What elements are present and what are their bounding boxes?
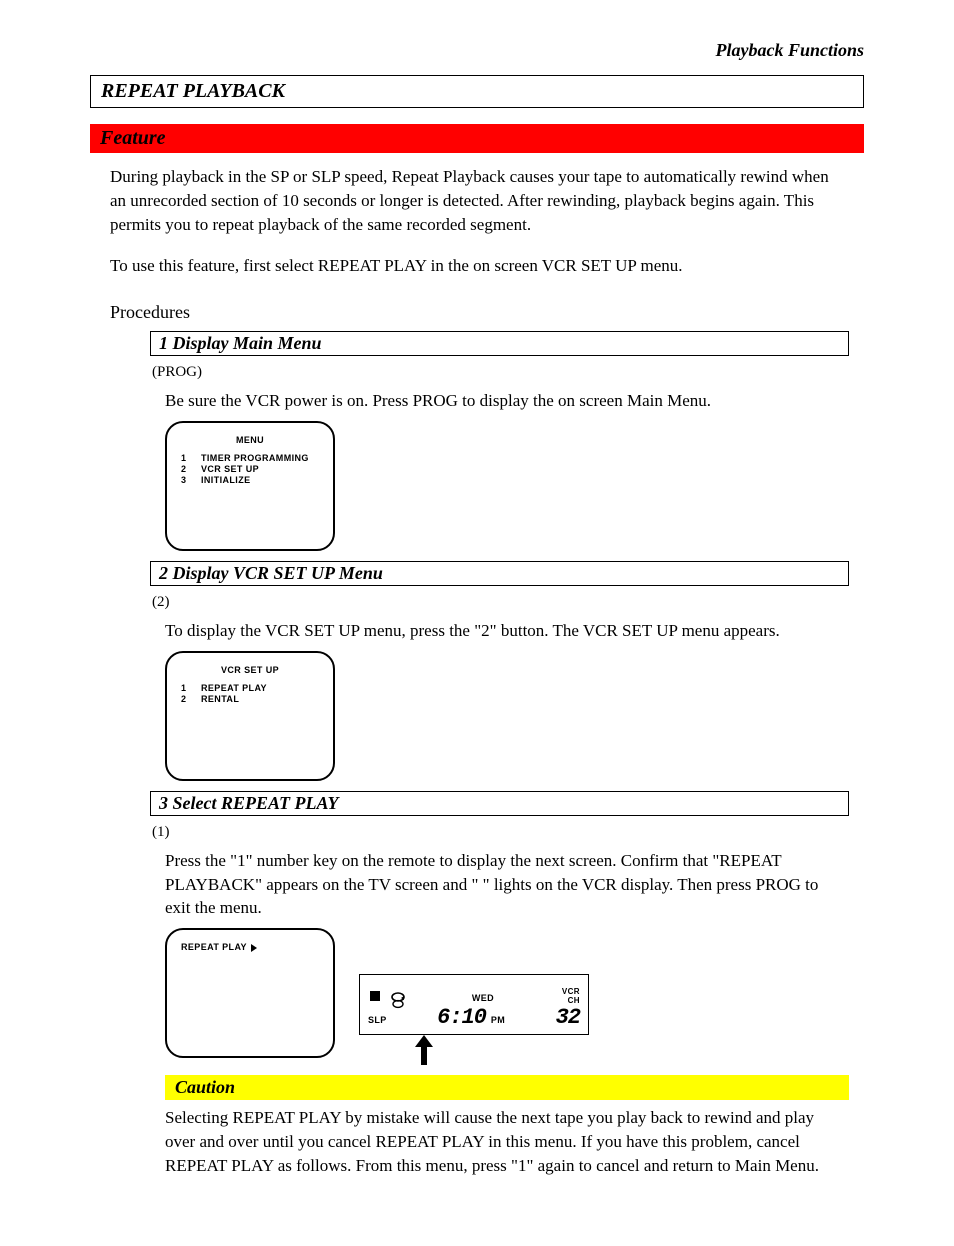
repeat-play-label: REPEAT PLAY	[181, 942, 247, 952]
setup-item-1: 1REPEAT PLAY	[181, 683, 319, 694]
menu-heading: MENU	[181, 435, 319, 445]
channel-label: CH	[562, 996, 580, 1005]
channel-number: 32	[556, 1005, 580, 1030]
menu-item-1: 1TIMER PROGRAMMING	[181, 453, 319, 464]
menu-item-2-label: VCR SET UP	[201, 464, 259, 475]
body-para-1: During playback in the SP or SLP speed, …	[110, 165, 844, 236]
setup-item-2-label: RENTAL	[201, 694, 239, 705]
setup-heading: VCR SET UP	[181, 665, 319, 675]
setup-item-2: 2RENTAL	[181, 694, 319, 705]
caution-bar: Caution	[165, 1075, 849, 1100]
step-3-body: Press the "1" number key on the remote t…	[165, 849, 844, 920]
clock-ampm: PM	[491, 1015, 505, 1025]
procedures-label: Procedures	[110, 302, 844, 323]
step-2-title: 2 Display VCR SET UP Menu	[150, 561, 849, 586]
step-3-sub: (1)	[152, 824, 844, 841]
step-2-body: To display the VCR SET UP menu, press th…	[165, 619, 844, 643]
step-1-body: Be sure the VCR power is on. Press PROG …	[165, 389, 844, 413]
vcr-display-panel: WED VCR CH SLP 6:10 PM 32	[359, 974, 589, 1035]
menu-item-3-label: INITIALIZE	[201, 475, 251, 486]
step-1-sub: (PROG)	[152, 364, 844, 381]
section-header: Playback Functions	[70, 40, 884, 61]
menu-item-2: 2VCR SET UP	[181, 464, 319, 475]
repeat-loop-icon	[390, 991, 404, 1005]
page-title: REPEAT PLAYBACK	[101, 80, 285, 102]
tv-screen-repeat-play: REPEAT PLAY	[165, 928, 335, 1058]
page-title-box: REPEAT PLAYBACK	[90, 75, 864, 108]
arrow-up-icon	[415, 1035, 433, 1065]
tv-screen-vcr-setup: VCR SET UP 1REPEAT PLAY 2RENTAL	[165, 651, 335, 781]
speed-label: SLP	[368, 1015, 387, 1025]
day-label: WED	[472, 993, 494, 1003]
vcr-mode-label: VCR	[562, 987, 580, 996]
setup-item-1-label: REPEAT PLAY	[201, 683, 267, 694]
menu-item-1-label: TIMER PROGRAMMING	[201, 453, 309, 464]
clock-time: 6:10	[437, 1005, 486, 1030]
play-triangle-icon	[251, 944, 257, 952]
stop-icon	[370, 991, 380, 1001]
step-3-title: 3 Select REPEAT PLAY	[150, 791, 849, 816]
step-1-title: 1 Display Main Menu	[150, 331, 849, 356]
caution-body: Selecting REPEAT PLAY by mistake will ca…	[165, 1106, 844, 1177]
menu-item-3: 3INITIALIZE	[181, 475, 319, 486]
step-2-sub: (2)	[152, 594, 844, 611]
feature-bar: Feature	[90, 124, 864, 153]
tv-screen-main-menu: MENU 1TIMER PROGRAMMING 2VCR SET UP 3INI…	[165, 421, 335, 551]
body-para-2: To use this feature, first select REPEAT…	[110, 254, 844, 278]
